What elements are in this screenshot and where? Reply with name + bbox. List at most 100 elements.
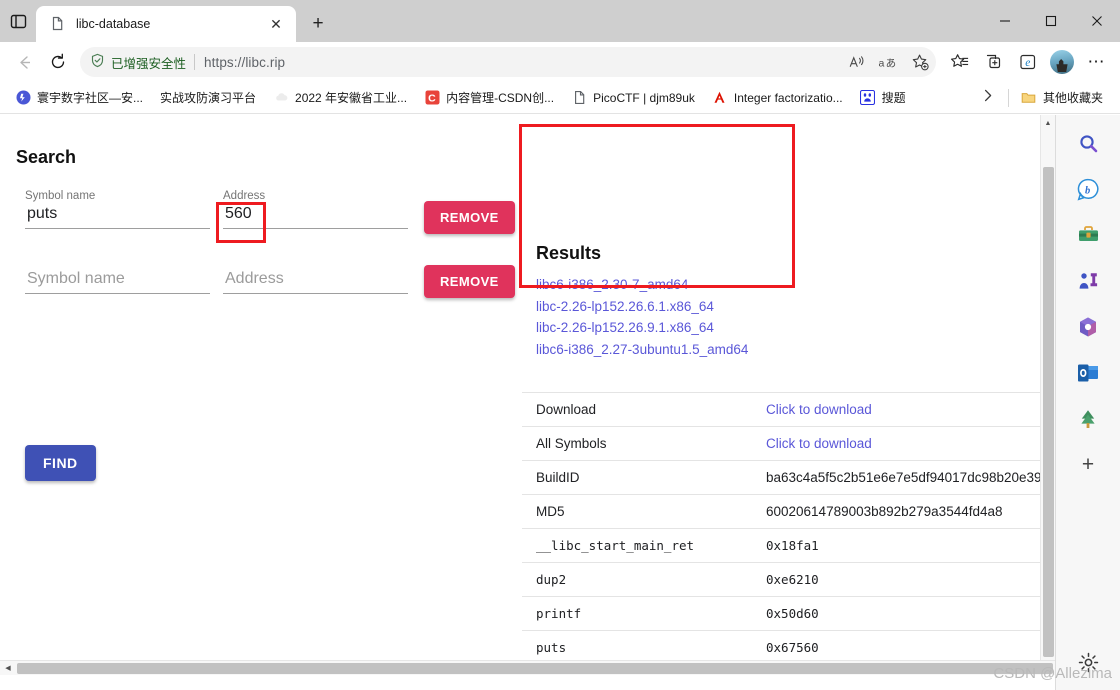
url-text: https://libc.rip bbox=[204, 55, 285, 70]
remove-button-row-2[interactable]: REMOVE bbox=[424, 265, 515, 298]
address-input[interactable] bbox=[223, 270, 408, 294]
results-heading: Results bbox=[522, 243, 1052, 274]
browser-tab[interactable]: libc-database ✕ bbox=[36, 6, 296, 42]
bookmark-item[interactable]: 搜题 bbox=[853, 86, 913, 109]
symbol-name-input[interactable] bbox=[25, 270, 210, 294]
favorites-button[interactable] bbox=[944, 46, 976, 78]
bookmark-item[interactable]: C 内容管理-CSDN创... bbox=[417, 86, 561, 109]
row-value: ba63c4a5f5c2b51e6e7e5df94017dc98b20e397 bbox=[752, 461, 1055, 495]
row-key: MD5 bbox=[522, 495, 752, 529]
row-value: 0x18fa1 bbox=[752, 529, 1055, 563]
read-aloud-icon[interactable] bbox=[840, 46, 872, 78]
all-symbols-download-link[interactable]: Click to download bbox=[766, 436, 872, 451]
scroll-left-arrow[interactable]: ◀ bbox=[0, 664, 16, 672]
profile-avatar[interactable] bbox=[1046, 46, 1078, 78]
bookmark-label: 2022 年安徽省工业... bbox=[295, 89, 407, 106]
horizontal-scrollbar-thumb[interactable] bbox=[17, 663, 1053, 674]
row-value: 60020614789003b892b279a3544fd4a8 bbox=[752, 495, 1055, 529]
symbol-name-input[interactable] bbox=[25, 205, 210, 229]
result-link[interactable]: libc-2.26-lp152.26.9.1.x86_64 bbox=[522, 317, 1052, 339]
huanyu-icon bbox=[15, 90, 31, 106]
table-row: __libc_start_main_ret 0x18fa1 bbox=[522, 529, 1055, 563]
horizontal-scrollbar[interactable]: ◀ bbox=[0, 660, 1055, 675]
settings-and-more-button[interactable]: ⋯ bbox=[1080, 46, 1112, 78]
collections-icon[interactable] bbox=[978, 46, 1010, 78]
page-area: Search Symbol name Address REMOVE REMOVE… bbox=[0, 115, 1120, 690]
ie-mode-icon[interactable]: e bbox=[1012, 46, 1044, 78]
result-link[interactable]: libc6-i386_2.30-7_amd64 bbox=[522, 274, 1052, 296]
bookmark-label: 内容管理-CSDN创... bbox=[446, 89, 554, 106]
address-field-row-2 bbox=[223, 270, 408, 294]
minimize-button[interactable] bbox=[982, 0, 1028, 42]
bookmark-item[interactable]: PicoCTF | djm89uk bbox=[564, 87, 702, 109]
svg-text:e: e bbox=[1025, 57, 1030, 69]
address-field-row-1: Address bbox=[223, 190, 408, 229]
csdn-icon: C bbox=[424, 90, 440, 106]
new-tab-button[interactable]: + bbox=[302, 8, 334, 40]
address-bar[interactable]: 已增强安全性 https://libc.rip aあ bbox=[80, 47, 936, 77]
libc-info-table: Download Click to download All Symbols C… bbox=[522, 392, 1055, 675]
find-button[interactable]: FIND bbox=[25, 445, 96, 481]
refresh-button[interactable] bbox=[42, 46, 74, 78]
vertical-scrollbar-thumb[interactable] bbox=[1043, 167, 1054, 657]
games-icon[interactable] bbox=[1072, 265, 1104, 297]
translate-icon[interactable]: aあ bbox=[872, 46, 904, 78]
bookmark-item[interactable]: 2022 年安徽省工业... bbox=[266, 86, 414, 109]
result-link[interactable]: libc-2.26-lp152.26.6.1.x86_64 bbox=[522, 296, 1052, 318]
results-panel: Results libc6-i386_2.30-7_amd64 libc-2.2… bbox=[522, 243, 1052, 360]
cloud-icon bbox=[273, 90, 289, 106]
drop-tree-icon[interactable] bbox=[1072, 403, 1104, 435]
toolbox-icon[interactable] bbox=[1072, 219, 1104, 251]
bookmark-label: 搜题 bbox=[882, 89, 906, 106]
maximize-button[interactable] bbox=[1028, 0, 1074, 42]
copilot-icon[interactable]: b bbox=[1072, 173, 1104, 205]
browser-toolbar: 已增强安全性 https://libc.rip aあ e ⋯ bbox=[0, 42, 1120, 82]
bookmark-label: PicoCTF | djm89uk bbox=[593, 91, 695, 105]
table-row: Download Click to download bbox=[522, 393, 1055, 427]
scroll-up-arrow[interactable]: ▲ bbox=[1041, 115, 1055, 131]
tab-title: libc-database bbox=[76, 17, 254, 31]
row-key: __libc_start_main_ret bbox=[522, 529, 752, 563]
address-label: Address bbox=[223, 190, 408, 202]
back-button[interactable] bbox=[8, 46, 40, 78]
close-window-button[interactable] bbox=[1074, 0, 1120, 42]
bookmarks-overflow-area: 其他收藏夹 bbox=[976, 86, 1112, 109]
row-key: printf bbox=[522, 597, 752, 631]
row-value: Click to download bbox=[752, 393, 1055, 427]
address-input[interactable] bbox=[223, 205, 408, 229]
folder-icon bbox=[1021, 90, 1037, 106]
add-favorite-icon[interactable] bbox=[904, 46, 936, 78]
bookmark-item[interactable]: 实战攻防演习平台 bbox=[153, 86, 263, 109]
bookmark-label: 寰宇数字社区—安... bbox=[37, 89, 143, 106]
bookmark-item[interactable]: 寰宇数字社区—安... bbox=[8, 86, 150, 109]
web-content-viewport: Search Symbol name Address REMOVE REMOVE… bbox=[0, 115, 1055, 675]
outlook-icon[interactable] bbox=[1072, 357, 1104, 389]
row-value: 0x50d60 bbox=[752, 597, 1055, 631]
download-link[interactable]: Click to download bbox=[766, 402, 872, 417]
enhanced-security-chip[interactable]: 已增强安全性 bbox=[90, 53, 194, 72]
office-icon[interactable] bbox=[1072, 311, 1104, 343]
bookmarks-overflow-chevron-icon[interactable] bbox=[976, 88, 1000, 107]
bookmarks-divider bbox=[1008, 89, 1009, 107]
remove-button-row-1[interactable]: REMOVE bbox=[424, 201, 515, 234]
svg-text:C: C bbox=[428, 92, 436, 104]
other-favorites-button[interactable]: 其他收藏夹 bbox=[1017, 86, 1110, 109]
row-key: All Symbols bbox=[522, 427, 752, 461]
edge-sidebar: b + bbox=[1055, 115, 1120, 690]
title-bar: libc-database ✕ + bbox=[0, 0, 1120, 42]
bookmark-item[interactable]: Integer factorizatio... bbox=[705, 87, 850, 109]
page-icon bbox=[571, 90, 587, 106]
row-key: BuildID bbox=[522, 461, 752, 495]
search-icon[interactable] bbox=[1072, 127, 1104, 159]
security-label: 已增强安全性 bbox=[111, 53, 186, 72]
add-sidebar-app-button[interactable]: + bbox=[1072, 449, 1104, 481]
close-tab-icon[interactable]: ✕ bbox=[264, 12, 288, 36]
other-favorites-label: 其他收藏夹 bbox=[1043, 89, 1103, 106]
omnibox-actions: aあ bbox=[840, 46, 936, 78]
result-link[interactable]: libc6-i386_2.27-3ubuntu1.5_amd64 bbox=[522, 339, 1052, 361]
table-row: MD5 60020614789003b892b279a3544fd4a8 bbox=[522, 495, 1055, 529]
tab-search-button[interactable] bbox=[0, 0, 36, 42]
watermark: CSDN @Allezima bbox=[993, 665, 1112, 682]
window-controls bbox=[982, 0, 1120, 42]
vertical-scrollbar[interactable]: ▲ bbox=[1040, 115, 1055, 675]
